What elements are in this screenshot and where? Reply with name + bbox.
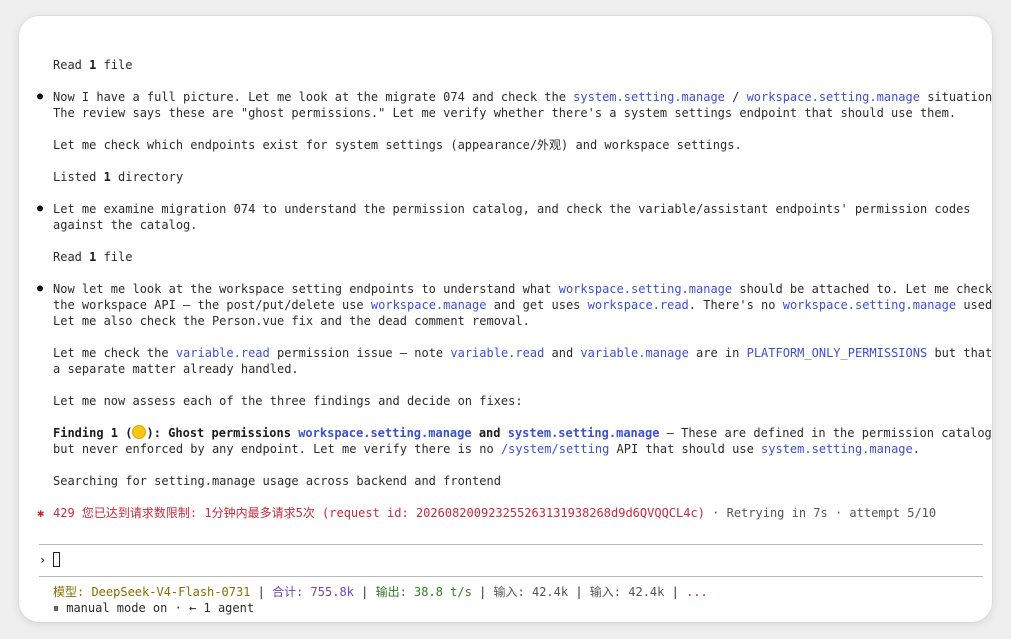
read-file-summary: Read 1 file <box>53 250 133 264</box>
model-label: 模型: DeepSeek-V4-Flash-0731 <box>53 585 251 599</box>
message-line: Let me now assess each of the three find… <box>53 394 523 408</box>
finding-line: but never enforced by any endpoint. Let … <box>53 442 920 456</box>
input-label: 输入: 42.4k <box>589 585 665 599</box>
yellow-circle-icon <box>132 425 147 439</box>
list-directory-summary: Listed 1 directory <box>53 170 184 184</box>
output-rate-label: 输出: 38.8 t/s <box>375 585 472 599</box>
message-line: Let me examine migration 074 to understa… <box>53 202 971 216</box>
message-line: Searching for setting.manage usage acros… <box>53 474 501 488</box>
message-line: Now let me look at the workspace setting… <box>53 282 992 296</box>
terminal-window: Read 1 file ● Now I have a full picture.… <box>19 16 992 622</box>
rate-limit-error: 429 您已达到请求数限制: 1分钟内最多请求5次 (request id: 2… <box>53 506 937 520</box>
read-file-summary: Read 1 file <box>53 58 133 72</box>
prompt-icon: › <box>39 553 47 567</box>
status-bar: 模型: DeepSeek-V4-Flash-0731 | 合计: 755.8k … <box>53 585 708 599</box>
input-cursor[interactable] <box>53 552 60 567</box>
message-line: the workspace API — the post/put/delete … <box>53 298 992 312</box>
bullet-icon: ● <box>37 203 44 214</box>
bullet-icon: ● <box>37 91 44 102</box>
message-line: against the catalog. <box>53 218 198 232</box>
error-marker-icon: ✱ <box>37 506 45 520</box>
bullet-icon: ● <box>37 283 44 294</box>
input-divider-bottom <box>39 576 983 577</box>
message-line: a separate matter already handled. <box>53 362 299 376</box>
message-line: The review says these are "ghost permiss… <box>53 106 957 120</box>
input-label: 输入: 42.4k <box>493 585 569 599</box>
input-divider-top <box>39 544 983 545</box>
message-line: Let me check which endpoints exist for s… <box>53 138 742 152</box>
mode-indicator[interactable]: ⏸ manual mode on · ← 1 agent <box>53 600 254 616</box>
message-line: Now I have a full picture. Let me look a… <box>53 90 992 104</box>
more-indicator: ... <box>686 585 708 599</box>
message-line: Let me also check the Person.vue fix and… <box>53 314 530 328</box>
total-label: 合计: 755.8k <box>272 585 354 599</box>
message-line: Let me check the variable.read permissio… <box>53 346 992 360</box>
finding-line: Finding 1 (): Ghost permissions workspac… <box>53 425 992 440</box>
